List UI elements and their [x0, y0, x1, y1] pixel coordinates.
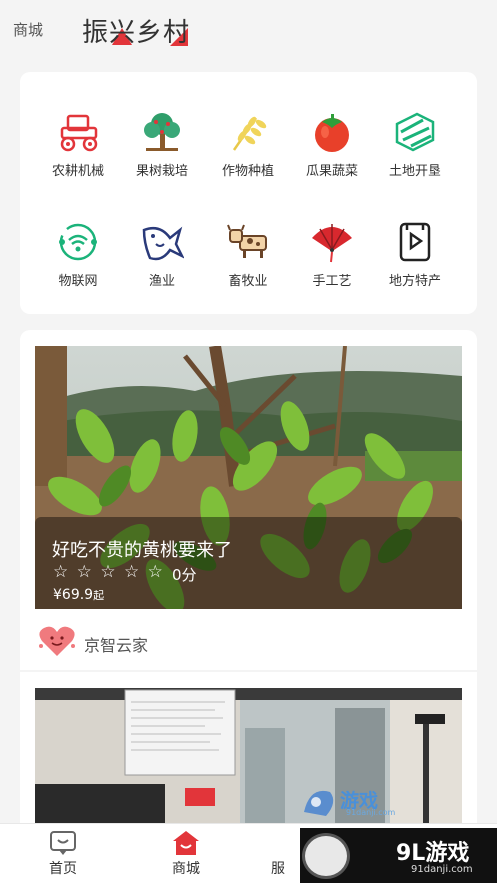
cow-icon [227, 224, 267, 258]
category-label: 瓜果蔬菜 [305, 164, 358, 179]
category-livestock[interactable]: 畜牧业 [203, 208, 293, 298]
fruit-tree-icon [144, 113, 180, 151]
rating-score: 0分 [172, 566, 197, 584]
category-label: 渔业 [148, 274, 175, 289]
watermark-text: 9L游戏 [396, 841, 470, 866]
category-iot[interactable]: 物联网 [33, 208, 123, 298]
star-icon: ☆ [53, 562, 69, 582]
mall-nav-label[interactable]: 商城 [13, 19, 43, 40]
category-land-reclamation[interactable]: 土地开垦 [370, 98, 460, 188]
category-label: 手工艺 [312, 274, 352, 289]
category-fishery[interactable]: 渔业 [117, 208, 207, 298]
tab-home[interactable]: 首页 [13, 824, 113, 883]
land-icon [395, 112, 435, 152]
header: 商城 振兴乡村 [0, 0, 497, 60]
category-fruit-trees[interactable]: 果树栽培 [117, 98, 207, 188]
category-crop-planting[interactable]: 作物种植 [203, 98, 293, 188]
category-handicraft[interactable]: 手工艺 [287, 208, 377, 298]
price-suffix: 起 [93, 589, 105, 602]
tab-label: 商城 [172, 861, 200, 877]
fish-icon [142, 226, 184, 261]
fan-icon [312, 224, 352, 263]
watermark-url: 91danji.com [411, 864, 473, 875]
home-icon [50, 831, 76, 855]
tab-label: 首页 [49, 861, 77, 877]
star-icon: ☆ [76, 562, 92, 582]
watermark-url: 91danji.com [346, 808, 396, 817]
category-local-specialty[interactable]: 地方特产 [370, 208, 460, 298]
category-panel: 农耕机械 果树栽培 作物种植 瓜果蔬菜 土地开垦 物联网 渔业 畜牧业 手工艺 … [20, 72, 477, 314]
category-label: 农耕机械 [51, 164, 104, 179]
wheat-icon [232, 116, 267, 151]
star-icon: ☆ [147, 562, 163, 582]
category-fruits-vegetables[interactable]: 瓜果蔬菜 [287, 98, 377, 188]
shop-avatar[interactable] [38, 624, 76, 658]
iot-icon [59, 223, 97, 261]
rating-stars: ☆ ☆ ☆ ☆ ☆ [53, 562, 166, 582]
category-label: 作物种植 [221, 164, 274, 179]
tractor-icon [60, 114, 98, 152]
tab-label: 服 [271, 861, 285, 877]
product-title[interactable]: 好吃不贵的黄桃要来了 [52, 536, 232, 562]
category-label: 物联网 [58, 274, 98, 289]
category-label: 果树栽培 [135, 164, 188, 179]
star-icon: ☆ [100, 562, 116, 582]
star-icon: ☆ [123, 562, 140, 582]
mall-icon [173, 831, 199, 855]
specialty-icon [399, 222, 431, 262]
category-label: 土地开垦 [388, 164, 441, 179]
page-title: 振兴乡村 [82, 18, 191, 48]
tab-mall[interactable]: 商城 [136, 824, 236, 883]
category-label: 地方特产 [388, 274, 441, 289]
tomato-icon [315, 114, 349, 152]
shop-name[interactable]: 京智云家 [84, 632, 148, 656]
category-farm-machinery[interactable]: 农耕机械 [33, 98, 123, 188]
price-value: ¥69.9 [53, 587, 94, 603]
product-price: ¥69.9起 [53, 587, 104, 603]
watermark-logo-icon [302, 833, 350, 879]
category-label: 畜牧业 [228, 274, 268, 289]
